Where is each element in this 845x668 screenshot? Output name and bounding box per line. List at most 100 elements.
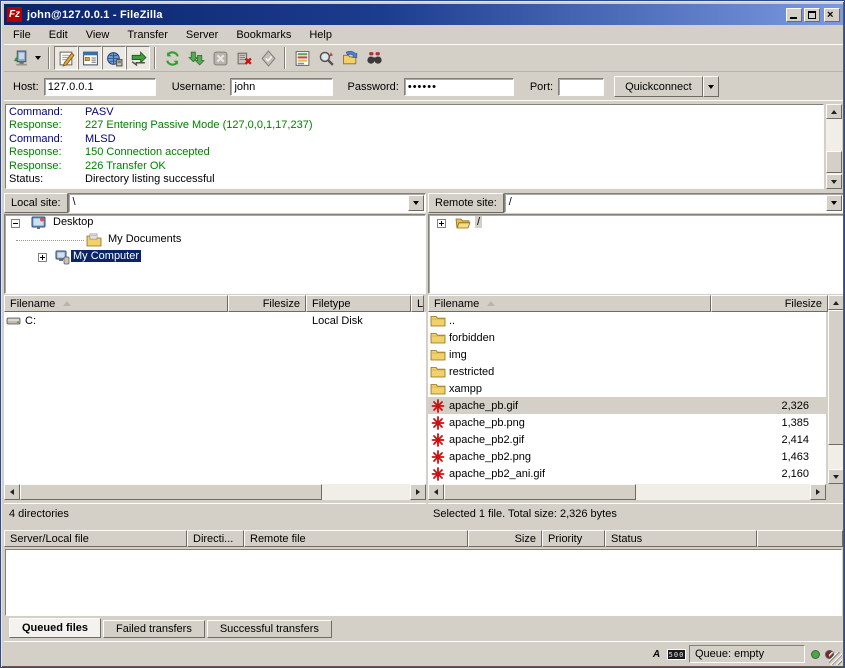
cancel-operation-button[interactable] <box>208 46 232 70</box>
arrow-down-icon <box>831 180 837 184</box>
remote-file-row[interactable]: xampp <box>428 380 826 397</box>
resize-grip[interactable] <box>829 652 842 665</box>
quickconnect-button[interactable]: Quickconnect <box>614 76 703 97</box>
menu-file[interactable]: File <box>4 27 40 43</box>
menu-bookmarks[interactable]: Bookmarks <box>227 27 300 43</box>
menu-transfer[interactable]: Transfer <box>118 27 177 43</box>
tab-successful-transfers[interactable]: Successful transfers <box>207 620 332 638</box>
remote-site-combobox[interactable]: / <box>504 193 844 213</box>
process-queue-button[interactable] <box>184 46 208 70</box>
expand-box-icon[interactable] <box>437 219 446 228</box>
collapse-box-icon[interactable] <box>11 219 20 228</box>
toggle-transfer-queue-button[interactable] <box>126 46 150 70</box>
remote-file-row[interactable]: img <box>428 346 826 363</box>
directory-comparison-button[interactable] <box>290 46 314 70</box>
local-site-label: Local site: <box>4 193 68 213</box>
synchronized-browsing-button[interactable] <box>314 46 338 70</box>
toolbar-separator <box>154 47 156 69</box>
quickconnect-dropdown[interactable] <box>703 76 719 97</box>
remote-file-row[interactable]: forbidden <box>428 329 826 346</box>
username-input[interactable] <box>230 78 333 96</box>
minimize-button[interactable] <box>786 8 802 22</box>
local-site-dropdown-button[interactable] <box>408 195 424 211</box>
column-header-last-modified[interactable]: L <box>411 295 424 312</box>
local-site-combobox[interactable]: \ <box>68 193 426 213</box>
menu-view[interactable]: View <box>77 27 119 43</box>
menu-edit[interactable]: Edit <box>40 27 77 43</box>
tree-item-label: My Computer <box>71 250 141 262</box>
transfer-type-indicator-icon[interactable]: A <box>649 647 664 661</box>
column-header-filename[interactable]: Filename <box>4 295 228 312</box>
disconnect-button[interactable] <box>232 46 256 70</box>
tree-item-my-documents[interactable]: My Documents <box>5 232 425 249</box>
remote-site-dropdown-button[interactable] <box>826 195 842 211</box>
scroll-down-button[interactable] <box>828 469 844 484</box>
tab-queued-files[interactable]: Queued files <box>9 618 101 638</box>
remote-file-row[interactable]: apache_pb2.png1,463 <box>428 448 826 465</box>
scroll-thumb[interactable] <box>828 310 844 445</box>
image-file-icon <box>430 415 446 431</box>
tree-item-desktop[interactable]: Desktop <box>5 215 425 232</box>
scroll-left-button[interactable] <box>428 484 444 500</box>
title-bar[interactable]: Fz john@127.0.0.1 - FileZilla × <box>4 4 843 25</box>
toggle-message-log-button[interactable] <box>54 46 78 70</box>
toggle-local-tree-button[interactable] <box>78 46 102 70</box>
column-header-remote-file[interactable]: Remote file <box>244 530 468 547</box>
menu-help[interactable]: Help <box>300 27 341 43</box>
scroll-thumb[interactable] <box>444 484 636 500</box>
column-header-server-local-file[interactable]: Server/Local file <box>4 530 187 547</box>
refresh-button[interactable] <box>160 46 184 70</box>
column-header-filename[interactable]: Filename <box>428 295 711 312</box>
scroll-up-button[interactable] <box>826 104 842 119</box>
folder-icon <box>430 364 446 380</box>
column-header-direction[interactable]: Directi... <box>187 530 244 547</box>
remote-file-row[interactable]: apache_pb2_ani.gif2,160 <box>428 465 826 482</box>
local-directory-tree[interactable]: Desktop My Documents My C <box>4 214 426 294</box>
scroll-up-button[interactable] <box>828 295 844 310</box>
tree-item-label: My Documents <box>106 233 183 245</box>
column-header-priority[interactable]: Priority <box>542 530 605 547</box>
scroll-right-button[interactable] <box>810 484 826 500</box>
log-vertical-scrollbar[interactable] <box>826 104 842 189</box>
site-manager-dropdown[interactable] <box>32 47 44 69</box>
menu-server[interactable]: Server <box>177 27 227 43</box>
tab-failed-transfers[interactable]: Failed transfers <box>103 620 205 638</box>
remote-vertical-scrollbar[interactable] <box>828 295 844 484</box>
column-header-filetype[interactable]: Filetype <box>306 295 411 312</box>
remote-file-row[interactable]: .. <box>428 312 826 329</box>
close-button[interactable]: × <box>824 8 840 22</box>
maximize-icon <box>808 11 816 19</box>
column-header-size[interactable]: Size <box>468 530 542 547</box>
column-header-filesize[interactable]: Filesize <box>228 295 306 312</box>
scroll-thumb[interactable] <box>20 484 322 500</box>
queue-list-empty[interactable] <box>5 549 842 616</box>
scroll-left-button[interactable] <box>4 484 20 500</box>
remote-file-row[interactable]: apache_pb.png1,385 <box>428 414 826 431</box>
scroll-right-button[interactable] <box>410 484 426 500</box>
remote-file-row[interactable]: restricted <box>428 363 826 380</box>
log-line: Response:150 Connection accepted <box>9 146 823 159</box>
scroll-down-button[interactable] <box>826 174 842 189</box>
port-input[interactable] <box>558 78 604 96</box>
filter-button[interactable] <box>256 46 280 70</box>
scroll-thumb[interactable] <box>826 151 842 173</box>
remote-horizontal-scrollbar[interactable] <box>428 484 826 500</box>
remote-directory-tree[interactable]: / <box>428 214 844 294</box>
speed-limit-indicator-icon[interactable]: 500 <box>667 649 686 660</box>
local-file-row[interactable]: C: Local Disk <box>4 312 426 329</box>
tree-item-my-computer[interactable]: My Computer <box>5 249 425 266</box>
tree-item-root[interactable]: / <box>429 215 843 232</box>
column-header-status[interactable]: Status <box>605 530 757 547</box>
password-input[interactable] <box>404 78 514 96</box>
expand-box-icon[interactable] <box>38 253 47 262</box>
host-input[interactable] <box>44 78 156 96</box>
maximize-button[interactable] <box>804 8 820 22</box>
remote-file-row-selected[interactable]: apache_pb.gif2,326 <box>428 397 826 414</box>
search-button[interactable] <box>362 46 386 70</box>
local-horizontal-scrollbar[interactable] <box>4 484 426 500</box>
find-files-button[interactable] <box>338 46 362 70</box>
toggle-remote-tree-button[interactable] <box>102 46 126 70</box>
remote-file-row[interactable]: apache_pb2.gif2,414 <box>428 431 826 448</box>
site-manager-button[interactable] <box>8 46 32 70</box>
column-header-filesize[interactable]: Filesize <box>711 295 828 312</box>
